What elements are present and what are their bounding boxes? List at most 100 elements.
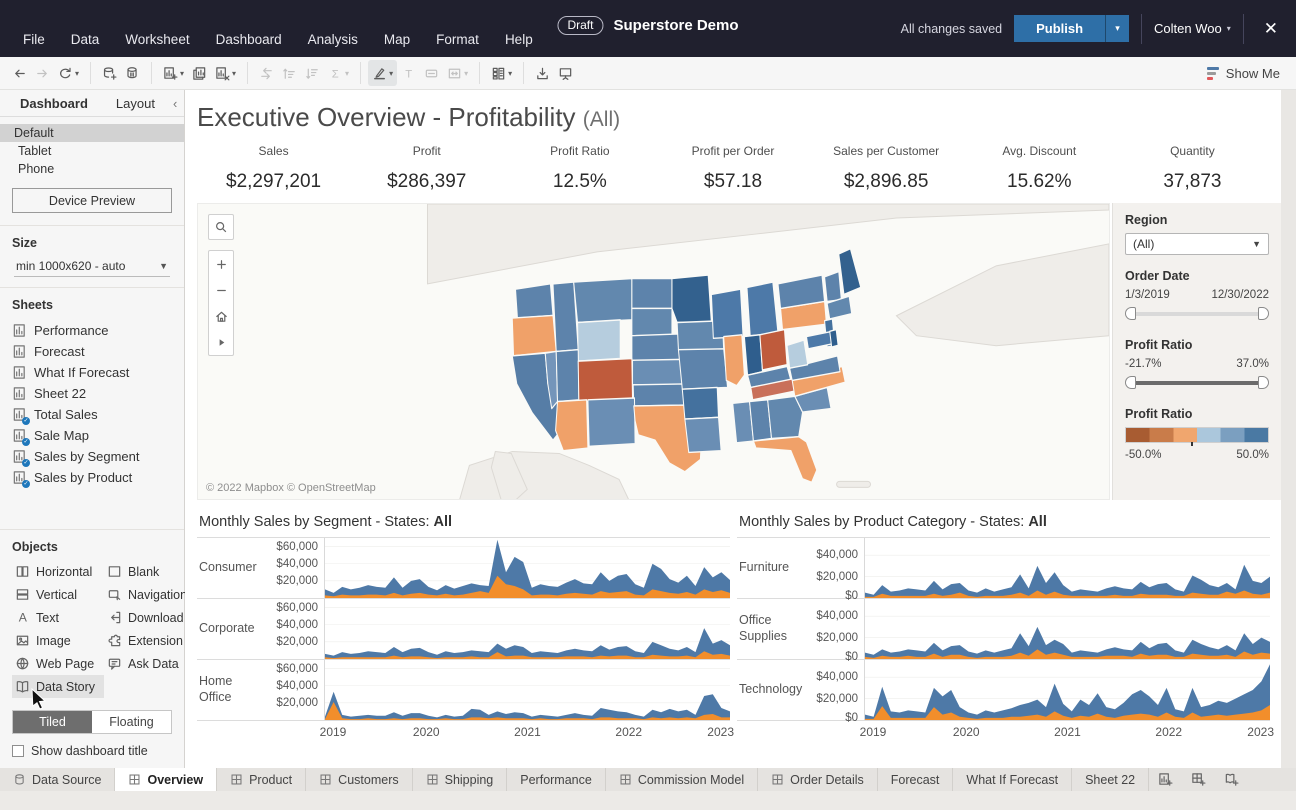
show-hide-cards-icon[interactable]: ▾ <box>487 60 516 86</box>
publish-button[interactable]: Publish <box>1014 15 1106 42</box>
object-extension[interactable]: Extension <box>104 629 184 652</box>
kpi-profit-per-order[interactable]: Profit per Order $57.18 <box>656 140 809 198</box>
device-option-default[interactable]: Default <box>0 124 184 142</box>
floating-button[interactable]: Floating <box>92 711 171 733</box>
area-plot[interactable] <box>865 660 1270 720</box>
sheet-tab-sheet-22[interactable]: Sheet 22 <box>1072 768 1150 791</box>
duplicate-sheet-icon[interactable] <box>188 60 211 86</box>
device-option-phone[interactable]: Phone <box>0 160 184 178</box>
close-icon[interactable]: ✕ <box>1256 19 1286 39</box>
area-plot[interactable] <box>325 660 730 720</box>
collapse-pane-icon[interactable]: ‹ <box>169 96 181 111</box>
state-ME[interactable] <box>838 248 862 296</box>
area-plot[interactable] <box>865 538 1270 598</box>
zoom-home-icon[interactable] <box>209 303 233 329</box>
publish-dropdown-caret[interactable]: ▾ <box>1105 15 1130 42</box>
zoom-in-icon[interactable] <box>209 251 233 277</box>
sheet-tab-forecast[interactable]: Forecast <box>878 768 954 791</box>
kpi-sales-per-customer[interactable]: Sales per Customer $2,896.85 <box>810 140 963 198</box>
state-CO[interactable] <box>577 357 634 403</box>
state-VT[interactable] <box>824 270 842 303</box>
presentation-mode-icon[interactable] <box>554 60 577 86</box>
object-web-page[interactable]: Web Page <box>12 652 104 675</box>
sheet-item-performance[interactable]: Performance <box>0 320 184 341</box>
device-preview-button[interactable]: Device Preview <box>12 188 172 213</box>
sheet-item-sales-by-segment[interactable]: ✓ Sales by Segment <box>0 446 184 467</box>
kpi-profit[interactable]: Profit $286,397 <box>350 140 503 198</box>
sheet-item-sale-map[interactable]: ✓ Sale Map <box>0 425 184 446</box>
show-dashboard-title-checkbox[interactable]: Show dashboard title <box>12 744 172 758</box>
state-SD[interactable] <box>631 307 673 337</box>
new-story-tab-icon[interactable] <box>1215 768 1248 791</box>
pan-right-icon[interactable] <box>209 329 233 355</box>
state-MT[interactable] <box>573 277 633 324</box>
slider-handle-max[interactable] <box>1258 376 1269 389</box>
pause-auto-updates-icon[interactable] <box>121 60 144 86</box>
sheet-tab-commission-model[interactable]: Commission Model <box>606 768 759 791</box>
tiled-button[interactable]: Tiled <box>13 711 92 733</box>
sheet-item-forecast[interactable]: Forecast <box>0 341 184 362</box>
slider-track[interactable] <box>1129 312 1265 316</box>
area-plot[interactable] <box>325 599 730 659</box>
zoom-out-icon[interactable] <box>209 277 233 303</box>
state-FL[interactable] <box>752 435 818 484</box>
tab-dashboard[interactable]: Dashboard <box>6 92 102 115</box>
object-data-story[interactable]: Data Story <box>12 675 104 698</box>
kpi-profit-ratio[interactable]: Profit Ratio 12.5% <box>503 140 656 198</box>
area-plot[interactable] <box>325 538 730 598</box>
sale-map-zone[interactable]: © 2022 Mapbox © OpenStreetMap <box>197 203 1110 500</box>
new-worksheet-tab-icon[interactable] <box>1149 768 1182 791</box>
area-plot[interactable] <box>865 599 1270 659</box>
state-OK[interactable] <box>632 383 687 407</box>
new-worksheet-icon[interactable]: ▾ <box>159 60 188 86</box>
menu-file[interactable]: File <box>10 28 58 51</box>
sheet-item-sheet-22[interactable]: Sheet 22 <box>0 383 184 404</box>
sheet-tab-shipping[interactable]: Shipping <box>413 768 508 791</box>
show-me-button[interactable]: Show Me <box>1206 66 1288 81</box>
slider-track[interactable] <box>1129 381 1265 385</box>
size-dropdown[interactable]: min 1000x620 - auto ▼ <box>14 256 170 277</box>
object-text[interactable]: A Text <box>12 606 104 629</box>
menu-format[interactable]: Format <box>423 28 492 51</box>
sheet-item-sales-by-product[interactable]: ✓ Sales by Product <box>0 467 184 488</box>
highlight-icon[interactable]: ▾ <box>368 60 398 86</box>
kpi-quantity[interactable]: Quantity 37,873 <box>1116 140 1269 198</box>
state-OH[interactable] <box>759 328 788 371</box>
state-AZ[interactable] <box>555 399 589 452</box>
state-ND[interactable] <box>631 277 673 310</box>
kpi-avg-discount[interactable]: Avg. Discount 15.62% <box>963 140 1116 198</box>
menu-dashboard[interactable]: Dashboard <box>203 28 295 51</box>
state-UT[interactable] <box>555 349 580 403</box>
object-download[interactable]: Download <box>104 606 184 629</box>
sheet-item-what-if-forecast[interactable]: What If Forecast <box>0 362 184 383</box>
object-image[interactable]: Image <box>12 629 104 652</box>
sheet-tab-data-source[interactable]: Data Source <box>0 768 116 791</box>
replay-icon[interactable]: ▾ <box>54 60 83 86</box>
state-IN[interactable] <box>743 334 763 376</box>
slider-handle-min[interactable] <box>1125 307 1136 320</box>
state-DE[interactable] <box>829 328 839 348</box>
order-date-slider[interactable] <box>1125 307 1269 320</box>
sheet-tab-product[interactable]: Product <box>217 768 307 791</box>
sheet-tab-overview[interactable]: Overview <box>115 768 218 791</box>
state-LA[interactable] <box>684 416 722 454</box>
menu-help[interactable]: Help <box>492 28 546 51</box>
state-MI[interactable] <box>746 281 779 337</box>
profit-ratio-color-legend[interactable] <box>1125 427 1269 446</box>
undo-icon[interactable] <box>8 60 31 86</box>
add-data-source-icon[interactable] <box>98 60 121 86</box>
state-MN[interactable] <box>671 274 712 324</box>
state-WI[interactable] <box>710 288 744 340</box>
object-vertical[interactable]: Vertical <box>12 583 104 606</box>
state-WA[interactable] <box>514 283 554 319</box>
sheet-tab-what-if-forecast[interactable]: What If Forecast <box>953 768 1073 791</box>
clear-sheet-icon[interactable]: ▾ <box>211 60 240 86</box>
state-MO[interactable] <box>677 348 729 390</box>
kpi-sales[interactable]: Sales $2,297,201 <box>197 140 350 198</box>
menu-analysis[interactable]: Analysis <box>295 28 371 51</box>
object-ask-data[interactable]: Ask Data <box>104 652 184 675</box>
sheet-tab-performance[interactable]: Performance <box>507 768 606 791</box>
user-menu[interactable]: Colten Woo ▾ <box>1154 21 1231 36</box>
object-blank[interactable]: Blank <box>104 560 184 583</box>
menu-data[interactable]: Data <box>58 28 113 51</box>
